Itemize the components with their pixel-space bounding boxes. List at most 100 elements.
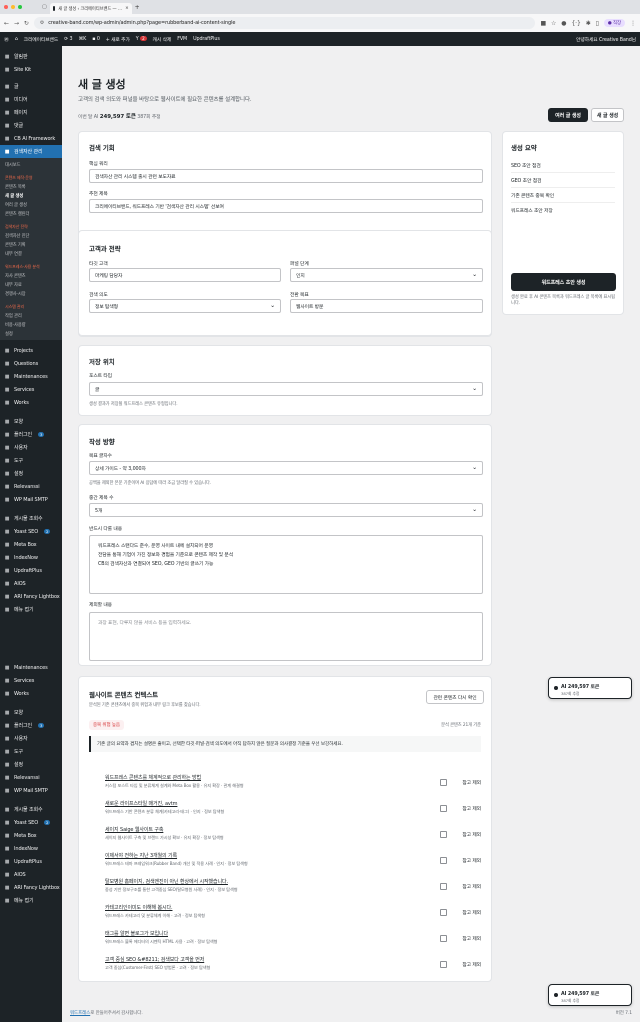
title-input[interactable]: 크리에이티브밴드, 워드프레스 기반 '검색자산 관리 시스템' 선보여 — [89, 199, 483, 213]
sidebar-submenu-item[interactable]: 콘텐츠 목록 — [0, 182, 62, 191]
sidebar-item[interactable]: ■ 메뉴 접기 — [0, 603, 62, 616]
sidebar-item[interactable]: ■ 알림판 — [0, 50, 62, 63]
exclude-checkbox[interactable] — [440, 805, 447, 812]
reference-title[interactable]: 세이지 Saige 웹사이트 구축 — [105, 826, 163, 833]
heading-count-select[interactable]: 5개 — [89, 503, 483, 517]
sidebar-submenu-item[interactable]: 비용·사용량 — [0, 320, 62, 329]
exclude-checkbox[interactable] — [440, 909, 447, 916]
sidebar-item[interactable]: ■ 게시물 조회수 — [0, 803, 62, 816]
exclude-checkbox[interactable] — [440, 961, 447, 968]
keyword-input[interactable]: 검색자산 관리 시스템 출시 관련 보도자료 — [89, 169, 483, 183]
exclude-checkbox[interactable] — [440, 779, 447, 786]
sidebar-item[interactable]: ■ CB AI Framework — [0, 132, 62, 145]
sidebar-item[interactable]: ■ 메뉴 접기 — [0, 894, 62, 907]
sidebar-item[interactable]: ■ Maintenances — [0, 370, 62, 383]
new-tab-button[interactable]: + — [135, 4, 140, 11]
recheck-content-button[interactable]: 관련 콘텐츠 다시 확인 — [426, 690, 484, 704]
sidebar-submenu-item[interactable]: 설정 — [0, 329, 62, 338]
sidebar-item[interactable]: ■ Site Kit — [0, 63, 62, 76]
back-icon[interactable]: ← — [4, 20, 9, 27]
sidebar-item[interactable]: ■ Services — [0, 674, 62, 687]
exclude-textarea[interactable]: 과장 표현, 다루지 않을 서비스 등을 입력하세요. — [89, 612, 483, 661]
exclude-checkbox[interactable] — [440, 831, 447, 838]
fvm-item[interactable]: FVM — [177, 37, 187, 42]
sidebar-item[interactable]: ■ 플러그인 3 — [0, 719, 62, 732]
sidebar-item[interactable]: ■ Yoast SEO 2 — [0, 816, 62, 829]
sidebar-item[interactable]: ■ UpdraftPlus — [0, 855, 62, 868]
target-input[interactable]: 마케팅 담당자 — [89, 268, 281, 282]
intent-select[interactable]: 정보 탐색형 — [89, 299, 281, 313]
multi-post-button[interactable]: 여러 글 생성 — [548, 108, 588, 122]
sidebar-item[interactable]: ■ AIOS — [0, 577, 62, 590]
funnel-select[interactable]: 인지 — [290, 268, 483, 282]
maximize-window-button[interactable] — [18, 5, 22, 9]
reference-title[interactable]: 태그를 알면 블로그가 보입니다 — [105, 930, 168, 937]
token-usage-widget[interactable]: AI 249,597 토큰 387회 추정 — [548, 677, 632, 699]
sidebar-item[interactable]: ■ 검색자산 관리 — [0, 145, 62, 158]
sidebar-item[interactable]: ■ 모양 — [0, 706, 62, 719]
sidebar-item[interactable]: ■ 글 — [0, 80, 62, 93]
menu-icon[interactable]: ⋮ — [630, 20, 636, 27]
yoast-item[interactable]: Y 2 — [136, 36, 147, 42]
sidebar-item[interactable]: ■ Meta Box — [0, 538, 62, 551]
token-usage-widget[interactable]: AI 249,597 토큰 387회 추정 — [548, 984, 632, 1006]
reference-title[interactable]: 이제서야 전하는 지난 3개월의 기록 — [105, 852, 177, 859]
create-draft-button[interactable]: 워드프레스 초안 생성 — [511, 273, 616, 291]
close-window-button[interactable] — [4, 5, 8, 9]
sidepanel-icon[interactable]: ▯ — [596, 20, 599, 27]
sidebar-submenu-item[interactable]: 내부 연결 — [0, 249, 62, 258]
sidebar-item[interactable]: ■ 미디어 — [0, 93, 62, 106]
updraft-item[interactable]: UpdraftPlus — [193, 37, 220, 42]
shortcut-item[interactable]: ⌘K — [78, 37, 86, 42]
sidebar-submenu-item[interactable]: 검색자산 진단 — [0, 231, 62, 240]
goal-input[interactable]: 웹사이트 방문 — [290, 299, 483, 313]
sidebar-submenu-item[interactable]: 작업 관리 — [0, 311, 62, 320]
exclude-checkbox[interactable] — [440, 857, 447, 864]
account-greeting[interactable]: 안녕하세요 Creative Band님 — [576, 36, 636, 43]
cast-icon[interactable]: ■ — [540, 20, 546, 27]
sidebar-submenu-item[interactable]: 경쟁사·시장 — [0, 289, 62, 298]
address-bar[interactable]: ⚙ creative-band.com/wp-admin/admin.php?p… — [33, 17, 536, 29]
minimize-window-button[interactable] — [11, 5, 15, 9]
sidebar-item[interactable]: ■ Questions — [0, 357, 62, 370]
sidebar-submenu-item[interactable]: 여러 글 생성 — [0, 200, 62, 209]
sidebar-item[interactable]: ■ 댓글 — [0, 119, 62, 132]
sidebar-submenu-item[interactable]: 대시보드 — [0, 160, 62, 169]
sidebar-item[interactable]: ■ IndexNow — [0, 551, 62, 564]
length-select[interactable]: 상세 가이드 - 약 3,000자 — [89, 461, 483, 475]
bookmark-star-icon[interactable]: ☆ — [551, 20, 556, 27]
browser-tab[interactable]: 새 글 생성 ‹ 크리에이티브밴드 — … × — [49, 3, 132, 14]
new-content-item[interactable]: + 새로 추가 — [106, 36, 130, 43]
exclude-checkbox[interactable] — [440, 935, 447, 942]
wordpress-link[interactable]: 워드프레스 — [70, 1011, 90, 1016]
sidebar-submenu-item[interactable]: 내부 자료 — [0, 280, 62, 289]
sidebar-item[interactable]: ■ 설정 — [0, 758, 62, 771]
sidebar-submenu-item[interactable]: 자사 콘텐츠 — [0, 271, 62, 280]
sidebar-submenu-item[interactable]: 콘텐츠 기획 — [0, 240, 62, 249]
wp-logo-icon[interactable]: Ⓦ — [4, 36, 9, 43]
sidebar-item[interactable]: ■ Maintenances — [0, 661, 62, 674]
reference-title[interactable]: 고객 중심 SEO &#8211; 검색보다 고객을 먼저 — [105, 956, 204, 963]
cache-clear-item[interactable]: 캐시 삭제 — [153, 36, 172, 43]
sidebar-item[interactable]: ■ Works — [0, 396, 62, 409]
comments-item[interactable]: ▪ 0 — [92, 37, 100, 42]
sidebar-item[interactable]: ■ Relevanssi — [0, 480, 62, 493]
tab-list-icon[interactable]: ▢ — [42, 4, 47, 10]
single-post-button[interactable]: 새 글 생성 — [591, 108, 624, 122]
reference-title[interactable]: 새로운 라이프스타일 매거진, avtm — [105, 800, 178, 807]
sidebar-item[interactable]: ■ 페이지 — [0, 106, 62, 119]
site-name[interactable]: 크리에이티브밴드 — [24, 36, 59, 43]
code-icon[interactable]: {·} — [571, 20, 580, 27]
updates-item[interactable]: ⟳ 3 — [64, 37, 72, 42]
sidebar-item[interactable]: ■ Services — [0, 383, 62, 396]
sidebar-item[interactable]: ■ Works — [0, 687, 62, 700]
forward-icon[interactable]: → — [14, 20, 19, 27]
sidebar-item[interactable]: ■ IndexNow — [0, 842, 62, 855]
sidebar-item[interactable]: ■ Relevanssi — [0, 771, 62, 784]
sidebar-item[interactable]: ■ 도구 — [0, 454, 62, 467]
sidebar-item[interactable]: ■ 도구 — [0, 745, 62, 758]
puzzle-icon[interactable]: ✱ — [586, 20, 591, 27]
sidebar-item[interactable]: ■ AIOS — [0, 868, 62, 881]
sidebar-item[interactable]: ■ UpdraftPlus — [0, 564, 62, 577]
sidebar-item[interactable]: ■ ARI Fancy Lightbox — [0, 590, 62, 603]
